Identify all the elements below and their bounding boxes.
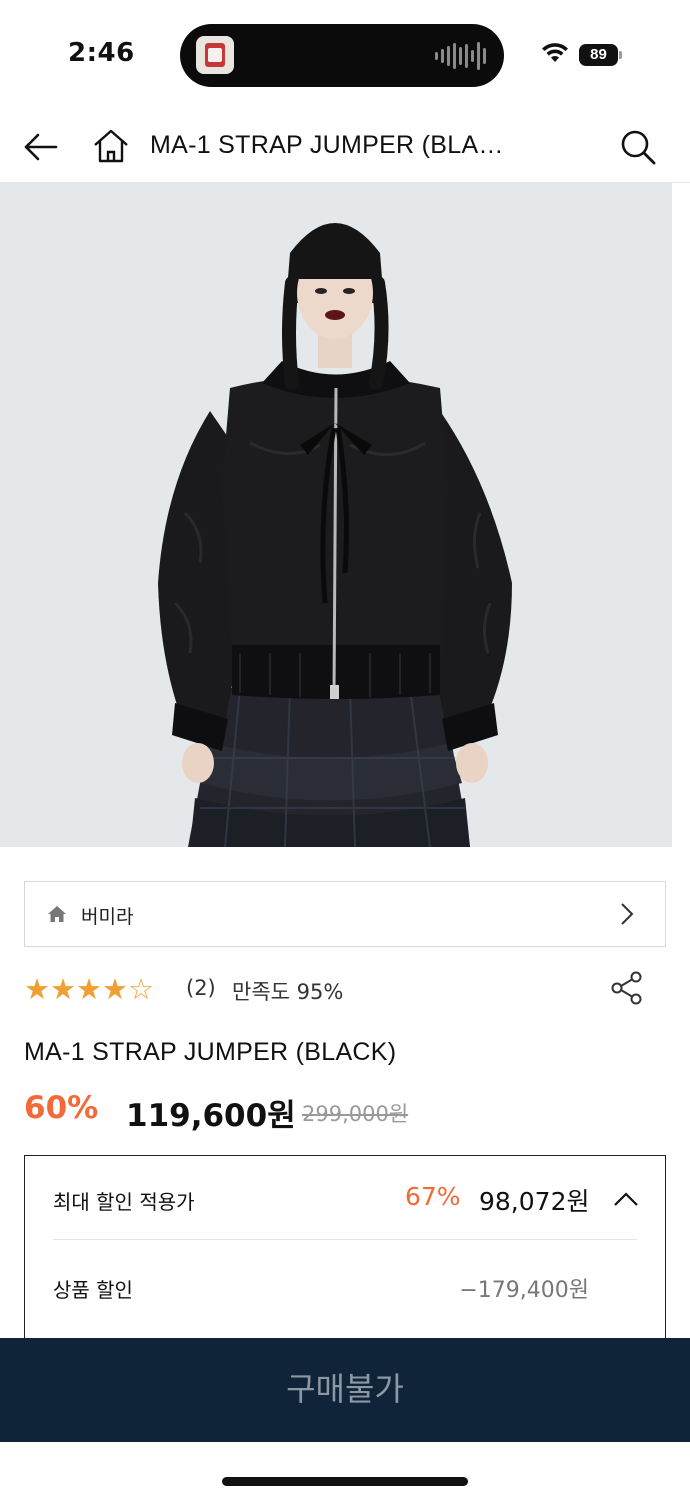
battery-level: 89	[579, 44, 618, 66]
product-discount-label: 상품 할인	[53, 1278, 133, 1302]
home-indicator[interactable]	[222, 1477, 468, 1486]
brand-store-link[interactable]: 버미라	[24, 881, 666, 947]
battery-icon: 89	[579, 44, 623, 68]
max-discount-price: 98,072원	[479, 1187, 590, 1216]
star-empty-icon: ☆	[128, 972, 154, 1006]
brand-name: 버미라	[81, 906, 134, 928]
status-time: 2:46	[68, 38, 135, 68]
chevron-up-icon[interactable]	[613, 1190, 639, 1208]
star-filled-icon: ★	[102, 972, 128, 1006]
star-filled-icon: ★	[24, 972, 50, 1006]
divider	[53, 1239, 637, 1240]
original-price: 299,000원	[302, 1102, 409, 1126]
product-photo[interactable]	[0, 183, 672, 847]
product-title: MA-1 STRAP JUMPER (BLACK)	[24, 1038, 397, 1066]
review-count[interactable]: (2)	[186, 976, 216, 1000]
sale-price: 119,600원	[126, 1098, 296, 1134]
price-row: 60% 119,600원 299,000원	[24, 1088, 664, 1134]
home-icon	[48, 906, 66, 922]
buy-button-label: 구매불가	[286, 1370, 404, 1408]
discount-rate: 60%	[24, 1090, 99, 1126]
home-icon[interactable]	[92, 128, 130, 164]
arrow-left-icon[interactable]	[22, 131, 58, 163]
model-illustration	[0, 183, 672, 847]
rating-row: ★★★★☆ (2) 만족도 95%	[24, 970, 664, 1006]
max-discount-label: 최대 할인 적용가	[53, 1190, 195, 1214]
star-rating[interactable]: ★★★★☆	[24, 972, 154, 1006]
page-title: MA-1 STRAP JUMPER (BLA…	[150, 131, 504, 159]
share-icon[interactable]	[610, 970, 644, 1006]
buy-button[interactable]: 구매불가	[0, 1338, 690, 1442]
max-discount-rate: 67%	[405, 1182, 461, 1211]
dynamic-island	[180, 24, 504, 87]
now-playing-app-icon	[196, 36, 234, 74]
status-bar: 2:46 89	[0, 0, 690, 110]
star-filled-icon: ★	[76, 972, 102, 1006]
top-nav-bar: MA-1 STRAP JUMPER (BLA…	[0, 110, 690, 183]
product-discount-value: −179,400원	[459, 1278, 589, 1303]
satisfaction-rate: 만족도 95%	[232, 980, 344, 1004]
star-filled-icon: ★	[50, 972, 76, 1006]
chevron-right-icon	[621, 903, 634, 925]
wifi-icon	[542, 43, 568, 62]
audio-wave-icon	[435, 42, 486, 70]
search-icon[interactable]	[619, 128, 657, 166]
